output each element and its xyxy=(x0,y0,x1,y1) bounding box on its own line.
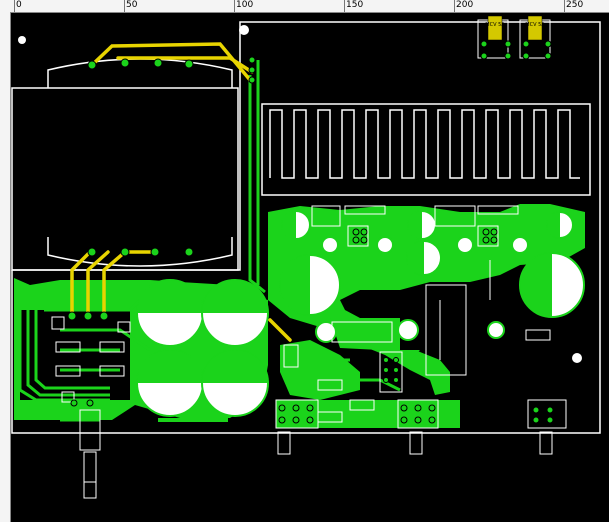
ruler-tick-200: 200 xyxy=(456,0,474,10)
ruler-tick-100: 100 xyxy=(236,0,254,10)
relay-label-2: MCV 5A xyxy=(525,22,545,28)
ruler-horizontal: 0 50 100 150 200 250 xyxy=(0,0,609,13)
pcb-editor-window: MCV 5A MCV 5A 0 50 100 150 200 250 xyxy=(0,0,609,522)
ruler-tick-0: 0 xyxy=(16,0,22,10)
ruler-tick-50: 50 xyxy=(126,0,138,10)
ruler-vertical xyxy=(0,12,11,522)
ruler-tick-150: 150 xyxy=(346,0,364,10)
relay-label-1: MCV 5A xyxy=(485,22,505,28)
pcb-canvas[interactable]: MCV 5A MCV 5A xyxy=(0,0,609,522)
ruler-tick-250: 250 xyxy=(566,0,584,10)
